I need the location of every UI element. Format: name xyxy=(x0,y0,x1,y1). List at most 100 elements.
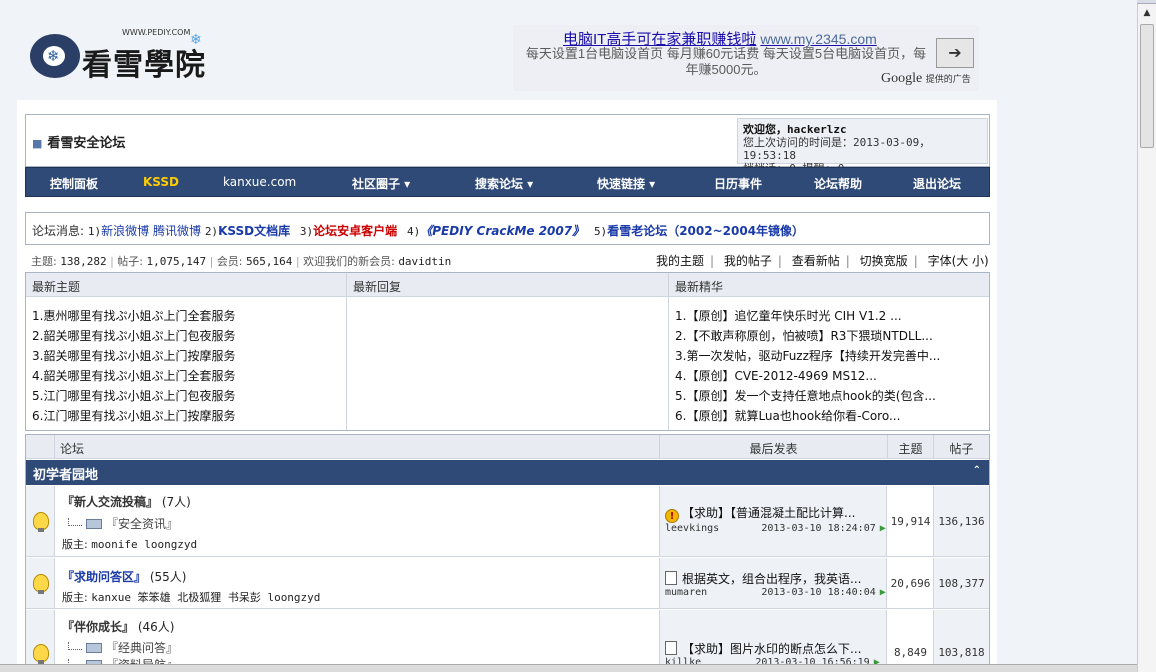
lightbulb-icon xyxy=(33,574,49,594)
post-count: 1,075,147 xyxy=(146,255,207,268)
lightbulb-icon xyxy=(33,644,49,664)
forum-row[interactable]: 『伴你成长』 (46人) 『经典问答』 『资料导航』 【求助】图片水印的断点怎么… xyxy=(26,610,989,672)
category-beginners[interactable]: 初学者园地 ⌃ xyxy=(26,460,989,485)
topics-count: 19,914 xyxy=(888,486,934,556)
posts-count: 108,377 xyxy=(934,558,989,608)
forum-stats: 主题: 138,282 | 帖子: 1,075,147 | 会员: 565,16… xyxy=(31,255,452,268)
last-post-user[interactable]: mumaren xyxy=(665,587,707,598)
last-post-time: 2013-03-10 18:40:04 xyxy=(761,587,876,598)
scroll-up-arrow-icon[interactable]: ▲ xyxy=(1141,7,1153,19)
scrollbar-thumb[interactable] xyxy=(1140,24,1154,148)
goto-last-post-icon[interactable]: ▶ xyxy=(880,523,886,534)
latest-topic-item[interactable]: 6.江门哪里有找ぷ小姐ぷ上门按摩服务 xyxy=(32,407,340,427)
category-title: 初学者园地 xyxy=(33,468,99,483)
last-post-title[interactable]: 根据英文，组合出程序，我英语... xyxy=(682,572,861,586)
username[interactable]: hackerlzc xyxy=(787,123,847,136)
forum-name-link[interactable]: 『新人交流投稿』 xyxy=(62,495,158,509)
site-header: WWW.PEDIY.COM 看雪學院 ❄ 电脑IT高手可在家兼职赚钱啦www.m… xyxy=(0,4,1120,100)
forum-news-bar: 论坛消息: 1)新浪微博 腾讯微博 2)KSSD文档库 3)论坛安卓客户端 4)… xyxy=(25,212,990,245)
browser-viewport: WWW.PEDIY.COM 看雪學院 ❄ 电脑IT高手可在家兼职赚钱啦www.m… xyxy=(0,0,1137,672)
google-ad-banner[interactable]: 电脑IT高手可在家兼职赚钱啦 www.my.2345.com 每天设置1台电脑设首… xyxy=(513,25,979,91)
warning-icon: ! xyxy=(665,509,679,523)
online-count: (7人) xyxy=(161,495,191,509)
font-size-link[interactable]: 字体(大 小) xyxy=(928,254,989,268)
news-link-crackme-2007[interactable]: 《PEDIY CrackMe 2007》 xyxy=(420,224,584,238)
folder-icon xyxy=(86,519,102,529)
elite-item[interactable]: 1.【原创】追忆童年快乐时光 CIH V1.2 ... xyxy=(675,307,983,327)
latest-topic-item[interactable]: 2.韶关哪里有找ぷ小姐ぷ上门包夜服务 xyxy=(32,327,340,347)
nav-kanxue-com[interactable]: kanxue.com xyxy=(223,175,296,189)
news-link-old-forum-mirror[interactable]: 看雪老论坛（2002~2004年镜像） xyxy=(607,224,804,238)
forum-name-link[interactable]: 『伴你成长』 xyxy=(62,620,134,634)
nav-help[interactable]: 论坛帮助 xyxy=(814,175,862,192)
last-post-title[interactable]: 【求助】【普通混凝土配比计算... xyxy=(682,506,855,520)
topics-count: 20,696 xyxy=(888,558,934,608)
logo-name: 看雪學院 xyxy=(82,48,206,83)
topics-count: 8,849 xyxy=(888,610,934,672)
toggle-wide-link[interactable]: 切换宽版 xyxy=(860,254,908,268)
news-link-android-client[interactable]: 论坛安卓客户端 xyxy=(313,224,397,238)
forum-name-link[interactable]: 『求助问答区』 xyxy=(62,570,146,584)
subforum-link[interactable]: 『经典问答』 xyxy=(106,641,178,655)
main-nav-bar: 控制面板 KSSD kanxue.com 社区圈子 ▾ 搜索论坛 ▾ 快速链接 … xyxy=(25,167,990,197)
nav-community[interactable]: 社区圈子 ▾ xyxy=(352,175,410,192)
welcome-panel: 欢迎您，hackerlzc 您上次访问的时间是：2013-03-09，19:53… xyxy=(737,118,988,175)
forum-list-table: 论坛 最后发表 主题 帖子 初学者园地 ⌃ 『新人交流投稿』 (7人) 『安全资… xyxy=(25,434,990,672)
subforum-link[interactable]: 『安全资讯』 xyxy=(106,517,178,531)
latest-topic-item[interactable]: 3.韶关哪里有找ぷ小姐ぷ上门按摩服务 xyxy=(32,347,340,367)
latest-replies-column: 最新回复 xyxy=(347,273,669,430)
latest-elite-column: 最新精华 1.【原创】追忆童年快乐时光 CIH V1.2 ... 2.【不敢声称… xyxy=(669,273,989,430)
moderators[interactable]: kanxue 笨笨雄 北极狐狸 书呆彭 loongzyd xyxy=(91,591,320,604)
ad-body: 每天设置1台电脑设首页 每月赚60元话费 每天设置5台电脑设首页，每年赚5000… xyxy=(525,46,927,77)
online-count: (55人) xyxy=(149,570,187,584)
elite-item[interactable]: 3.第一次发帖，驱动Fuzz程序【持续开发完善中... xyxy=(675,347,983,367)
latest-elite-header: 最新精华 xyxy=(669,273,989,297)
vertical-scrollbar[interactable]: ▲ xyxy=(1137,4,1156,672)
nav-kssd[interactable]: KSSD xyxy=(143,175,179,189)
elite-item[interactable]: 2.【不敢声称原创，怕被喷】R3下猥琐NTDLL... xyxy=(675,327,983,347)
news-link-tencent-weibo[interactable]: 腾讯微博 xyxy=(153,224,201,238)
new-posts-link[interactable]: 查看新帖 xyxy=(792,254,840,268)
nav-quick-links[interactable]: 快速链接 ▾ xyxy=(597,175,655,192)
elite-item[interactable]: 6.【原创】就算Lua也hook给你看-Coro... xyxy=(675,407,983,427)
elite-item[interactable]: 5.【原创】发一个支持任意地点hook的类(包含... xyxy=(675,387,983,407)
lightbulb-icon xyxy=(33,512,49,532)
tree-branch-icon xyxy=(68,642,82,650)
browser-status-bar xyxy=(0,664,1137,672)
google-ads-label[interactable]: Google 提供的广告 xyxy=(881,71,971,87)
collapse-icon[interactable]: ⌃ xyxy=(973,465,981,476)
latest-topics-header: 最新主题 xyxy=(26,273,346,297)
news-link-kssd-docs[interactable]: KSSD文档库 xyxy=(218,224,290,238)
my-posts-link[interactable]: 我的帖子 xyxy=(724,254,772,268)
logo-url-text: WWW.PEDIY.COM xyxy=(122,28,191,37)
col-icon-header xyxy=(26,435,55,459)
nav-calendar[interactable]: 日历事件 xyxy=(714,175,762,192)
latest-topic-item[interactable]: 1.惠州哪里有找ぷ小姐ぷ上门全套服务 xyxy=(32,307,340,327)
last-post-user[interactable]: leevkings xyxy=(665,523,719,534)
newest-member[interactable]: davidtin xyxy=(398,255,451,268)
document-icon xyxy=(665,641,677,655)
nav-logout[interactable]: 退出论坛 xyxy=(913,175,961,192)
site-logo[interactable]: WWW.PEDIY.COM 看雪學院 ❄ xyxy=(30,28,210,84)
latest-topic-item[interactable]: 5.江门哪里有找ぷ小姐ぷ上门包夜服务 xyxy=(32,387,340,407)
forum-name[interactable]: ■ 看雪安全论坛 xyxy=(32,132,125,151)
forum-row[interactable]: 『新人交流投稿』 (7人) 『安全资讯』 版主: moonife loongzy… xyxy=(26,486,989,557)
ad-domain: www.my.2345.com xyxy=(760,31,877,47)
news-link-sina-weibo[interactable]: 新浪微博 xyxy=(101,224,149,238)
moderators[interactable]: moonife loongzyd xyxy=(91,538,197,551)
latest-topic-item[interactable]: 4.韶关哪里有找ぷ小姐ぷ上门全套服务 xyxy=(32,367,340,387)
goto-last-post-icon[interactable]: ▶ xyxy=(880,587,886,598)
nav-control-panel[interactable]: 控制面板 xyxy=(50,175,98,192)
my-topics-link[interactable]: 我的主题 xyxy=(656,254,704,268)
forum-row[interactable]: 『求助问答区』 (55人) 版主: kanxue 笨笨雄 北极狐狸 书呆彭 lo… xyxy=(26,558,989,609)
col-topics-header: 主题 xyxy=(888,435,934,459)
forum-title-bar: ■ 看雪安全论坛 欢迎您，hackerlzc 您上次访问的时间是：2013-03-… xyxy=(25,114,990,175)
latest-topics-column: 最新主题 1.惠州哪里有找ぷ小姐ぷ上门全套服务 2.韶关哪里有找ぷ小姐ぷ上门包夜… xyxy=(26,273,347,430)
posts-count: 136,136 xyxy=(934,486,989,556)
tree-branch-icon xyxy=(68,518,82,526)
last-post-title[interactable]: 【求助】图片水印的断点怎么下... xyxy=(682,642,861,656)
elite-item[interactable]: 4.【原创】CVE-2012-4969 MS12... xyxy=(675,367,983,387)
nav-search[interactable]: 搜索论坛 ▾ xyxy=(475,175,533,192)
ad-go-button[interactable]: ➔ xyxy=(936,38,974,68)
topic-count: 138,282 xyxy=(60,255,107,268)
